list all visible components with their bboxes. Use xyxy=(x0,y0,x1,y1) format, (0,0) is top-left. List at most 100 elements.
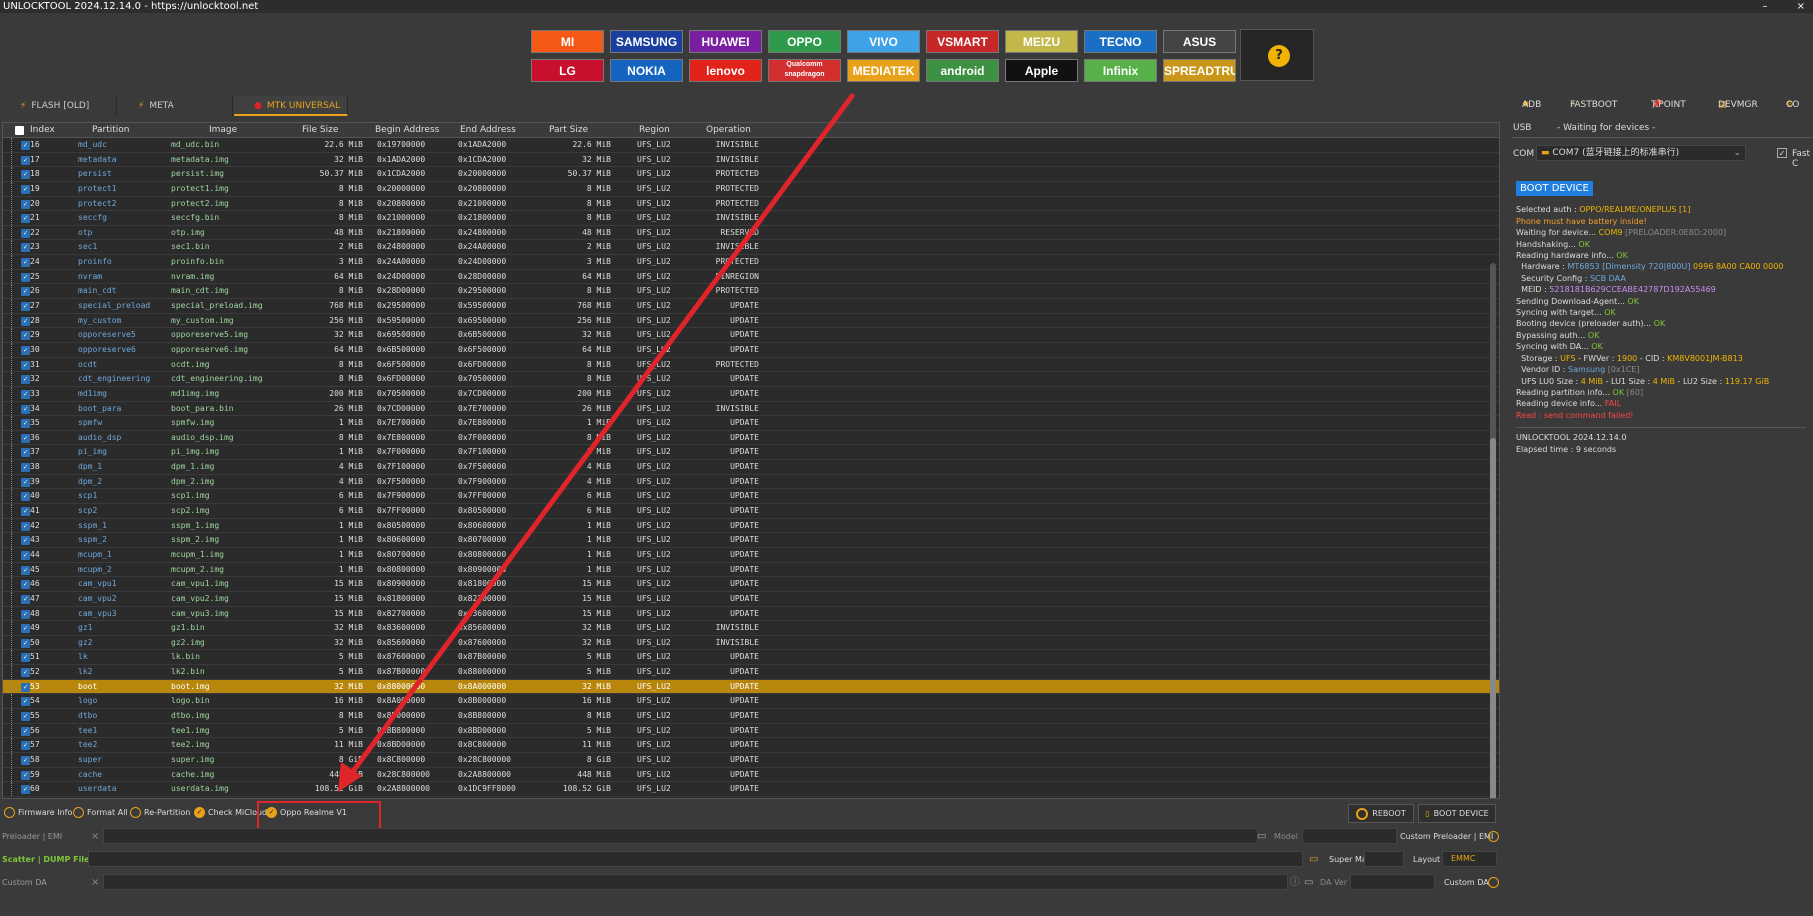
table-row[interactable]: ✓ 54 logo logo.bin 16 MiB 0x8A000000 0x8B00000… xyxy=(3,694,1499,709)
folder-icon[interactable]: ▭ xyxy=(1304,873,1313,892)
re-partition-option[interactable]: Re-Partition xyxy=(130,807,190,819)
column-header[interactable]: Image xyxy=(209,125,237,135)
row-checkbox[interactable]: ✓ xyxy=(21,375,30,385)
row-checkbox[interactable]: ✓ xyxy=(21,184,30,194)
info-icon[interactable]: ⓘ xyxy=(1290,873,1300,892)
brand-nokia-button[interactable]: NOKIA xyxy=(610,59,683,82)
table-row[interactable]: ✓ 36 audio_dsp audio_dsp.img 8 MiB 0x7E800000… xyxy=(3,430,1499,446)
row-checkbox[interactable]: ✓ xyxy=(21,331,30,341)
table-row[interactable]: ✓ 33 md1img md1img.img 200 MiB 0x70500000 0x7C… xyxy=(3,386,1499,402)
row-checkbox[interactable]: ✓ xyxy=(21,697,30,707)
table-row[interactable]: ✓ 47 cam_vpu2 cam_vpu2.img 15 MiB 0x81800000 0… xyxy=(3,591,1499,607)
brand-samsung-button[interactable]: SAMSUNG xyxy=(610,30,683,53)
firmware-info-option[interactable]: Firmware Info xyxy=(4,807,72,819)
brand-android-button[interactable]: android xyxy=(926,59,999,82)
column-header[interactable]: Operation xyxy=(706,125,751,135)
row-checkbox[interactable]: ✓ xyxy=(21,199,30,209)
table-row[interactable]: ✓ 20 protect2 protect2.img 8 MiB 0x20800000 0x… xyxy=(3,196,1499,212)
model-input[interactable] xyxy=(1302,828,1397,844)
table-row[interactable]: ✓ 28 my_custom my_custom.img 256 MiB 0x595000… xyxy=(3,313,1499,329)
row-checkbox[interactable]: ✓ xyxy=(21,785,30,795)
brand-lg-button[interactable]: LG xyxy=(531,59,604,82)
row-checkbox[interactable]: ✓ xyxy=(21,550,30,560)
table-row[interactable]: ✓ 44 mcupm_1 mcupm_1.img 1 MiB 0x80700000 0x80… xyxy=(3,547,1499,563)
table-row[interactable]: ✓ 55 dtbo dtbo.img 8 MiB 0x8B000000 0x8B800000… xyxy=(3,708,1499,724)
row-checkbox[interactable]: ✓ xyxy=(21,726,30,736)
column-header[interactable]: Part Size xyxy=(549,125,588,135)
table-row[interactable]: ✓ 39 dpm_2 dpm_2.img 4 MiB 0x7F500000 0x7F9000… xyxy=(3,474,1499,490)
folder-icon[interactable]: ▭ xyxy=(1309,850,1318,869)
table-row[interactable]: ✓ 58 super super.img 8 GiB 0x8C800000 0x28C800… xyxy=(3,752,1499,768)
brand-vsmart-button[interactable]: VSMART xyxy=(926,30,999,53)
brand-mediatek-button[interactable]: MEDIATEK xyxy=(847,59,920,82)
row-checkbox[interactable]: ✓ xyxy=(21,463,30,473)
table-row[interactable]: ✓ 48 cam_vpu3 cam_vpu3.img 15 MiB 0x82700000 0… xyxy=(3,606,1499,622)
row-checkbox[interactable]: ✓ xyxy=(21,741,30,751)
row-checkbox[interactable]: ✓ xyxy=(21,170,30,180)
brand-meizu-button[interactable]: MEIZU xyxy=(1005,30,1078,53)
table-row[interactable]: ✓ 26 main_cdt main_cdt.img 8 MiB 0x28D00000 0x… xyxy=(3,284,1499,300)
table-row[interactable]: ✓ 50 gz2 gz2.img 32 MiB 0x85600000 0x87600000 3… xyxy=(3,635,1499,651)
com-select[interactable]: ▬ COM7 (蓝牙链接上的标准串行) ⌄ xyxy=(1536,145,1746,161)
row-checkbox[interactable]: ✓ xyxy=(21,594,30,604)
brand-asus-button[interactable]: ASUS xyxy=(1163,30,1236,53)
table-row[interactable]: ✓ 60 userdata userdata.img 108.52 GiB 0x2A880… xyxy=(3,782,1499,797)
tab-mtk-universal[interactable]: ● MTK UNIVERSAL xyxy=(234,96,348,116)
table-row[interactable]: ✓ 35 spmfw spmfw.img 1 MiB 0x7E700000 0x7E8000… xyxy=(3,416,1499,431)
row-checkbox[interactable]: ✓ xyxy=(21,360,30,370)
da-ver-input[interactable] xyxy=(1350,874,1435,890)
row-checkbox[interactable]: ✓ xyxy=(21,404,30,414)
brand-tecno-button[interactable]: TECNO xyxy=(1084,30,1157,53)
column-header[interactable]: Index xyxy=(30,125,55,135)
row-checkbox[interactable]: ✓ xyxy=(21,433,30,443)
table-row[interactable]: ✓ 17 metadata metadata.img 32 MiB 0x1ADA2000 0… xyxy=(3,152,1499,168)
folder-icon[interactable]: ▭ xyxy=(1257,827,1266,846)
table-row[interactable]: ✓ 43 sspm_2 sspm_2.img 1 MiB 0x80600000 0x8070… xyxy=(3,533,1499,548)
table-row[interactable]: ✓ 51 lk lk.bin 5 MiB 0x87600000 0x87B00000 5 Mi… xyxy=(3,650,1499,666)
column-header[interactable]: Begin Address xyxy=(375,125,439,135)
row-checkbox[interactable]: ✓ xyxy=(21,653,30,663)
reboot-button[interactable]: REBOOT xyxy=(1348,804,1414,823)
layout-select[interactable]: EMMC xyxy=(1442,851,1497,867)
row-checkbox[interactable]: ✓ xyxy=(21,345,30,355)
close-button[interactable]: × xyxy=(1797,1,1805,12)
help-button[interactable]: ? xyxy=(1240,29,1314,81)
row-checkbox[interactable]: ✓ xyxy=(21,477,30,487)
column-header[interactable]: End Address xyxy=(460,125,516,135)
scrollbar-thumb[interactable] xyxy=(1490,438,1496,798)
column-header[interactable]: Partition xyxy=(92,125,130,135)
row-checkbox[interactable]: ✓ xyxy=(21,609,30,619)
row-checkbox[interactable]: ✓ xyxy=(21,580,30,590)
table-row[interactable]: ✓ 21 seccfg seccfg.bin 8 MiB 0x21000000 0x2180… xyxy=(3,211,1499,226)
row-checkbox[interactable]: ✓ xyxy=(21,507,30,517)
table-row[interactable]: ✓ 32 cdt_engineering cdt_engineering.img 8 M… xyxy=(3,372,1499,387)
table-row[interactable]: ✓ 42 sspm_1 sspm_1.img 1 MiB 0x80500000 0x8060… xyxy=(3,518,1499,534)
table-row[interactable]: ✓ 16 md_udc md_udc.bin 22.6 MiB 0x19700000 0x1… xyxy=(3,138,1499,153)
table-row[interactable]: ✓ 31 ocdt ocdt.img 8 MiB 0x6F500000 0x6FD00000… xyxy=(3,357,1499,373)
table-row[interactable]: ✓ 25 nvram nvram.img 64 MiB 0x24D00000 0x28D00… xyxy=(3,269,1499,285)
table-row[interactable]: ✓ 24 proinfo proinfo.bin 3 MiB 0x24A00000 0x24… xyxy=(3,255,1499,270)
row-checkbox[interactable]: ✓ xyxy=(21,419,30,429)
row-checkbox[interactable]: ✓ xyxy=(21,770,30,780)
column-header[interactable]: File Size xyxy=(302,125,338,135)
tab-meta[interactable]: ⚡ META xyxy=(118,96,233,116)
select-all-checkbox[interactable] xyxy=(15,126,24,135)
table-row[interactable]: ✓ 23 sec1 sec1.bin 2 MiB 0x24800000 0x24A00000… xyxy=(3,240,1499,256)
table-row[interactable]: ✓ 30 opporeserve6 opporeserve6.img 64 MiB 0x6… xyxy=(3,342,1499,358)
fast-checkbox[interactable]: ✓ xyxy=(1777,148,1787,158)
table-row[interactable]: ✓ 46 cam_vpu1 cam_vpu1.img 15 MiB 0x80900000 0… xyxy=(3,577,1499,592)
row-checkbox[interactable]: ✓ xyxy=(21,682,30,692)
row-checkbox[interactable]: ✓ xyxy=(21,668,30,678)
row-checkbox[interactable]: ✓ xyxy=(21,755,30,765)
clear-icon[interactable]: × xyxy=(91,873,99,892)
table-row[interactable]: ✓ 22 otp otp.img 48 MiB 0x21800000 0x24800000 4… xyxy=(3,225,1499,241)
table-row[interactable]: ✓ 53 boot boot.img 32 MiB 0x88000000 0x8A00000… xyxy=(3,679,1499,695)
custom-da-toggle[interactable] xyxy=(1488,877,1499,888)
row-checkbox[interactable]: ✓ xyxy=(21,448,30,458)
row-checkbox[interactable]: ✓ xyxy=(21,638,30,648)
table-row[interactable]: ✓ 40 scp1 scp1.img 6 MiB 0x7F900000 0x7FF00000… xyxy=(3,489,1499,505)
row-checkbox[interactable]: ✓ xyxy=(21,228,30,238)
table-row[interactable]: ✓ 49 gz1 gz1.bin 32 MiB 0x83600000 0x85600000 3… xyxy=(3,621,1499,636)
row-checkbox[interactable]: ✓ xyxy=(21,389,30,399)
table-row[interactable]: ✓ 29 opporeserve5 opporeserve5.img 32 MiB 0x6… xyxy=(3,328,1499,343)
